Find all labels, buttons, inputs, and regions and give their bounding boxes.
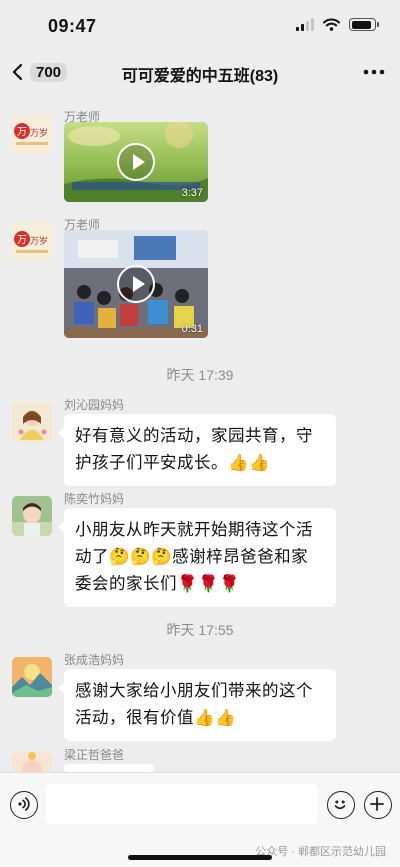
chat-header: 700 可可爱爱的中五班(83) (0, 50, 400, 94)
message-bubble[interactable]: 小朋友从昨天就开始期待这个活 动了🤔🤔🤔感谢梓昂爸爸和家 委会的家长们🌹🌹🌹 (58, 508, 336, 607)
voice-input-button[interactable] (10, 791, 38, 819)
avatar[interactable] (12, 496, 52, 536)
video-message[interactable]: 0:31 (64, 230, 208, 338)
avatar[interactable] (12, 657, 52, 697)
input-bar: 公众号 · 郸都区示范幼儿园 (0, 772, 400, 867)
more-actions-button[interactable] (364, 791, 392, 819)
video-duration: 3:37 (181, 187, 203, 199)
cellular-signal-icon (296, 18, 314, 31)
svg-text:万岁: 万岁 (30, 127, 48, 139)
avatar[interactable]: 万 万岁 (12, 114, 52, 154)
wifi-icon (323, 18, 340, 31)
sender-name: 陈奕竹妈妈 (64, 492, 125, 506)
sender-name: 张成浩妈妈 (64, 653, 125, 667)
status-bar: 09:47 (0, 0, 400, 50)
message-line: 好有意义的活动，家园共育，守 (75, 427, 313, 445)
play-icon[interactable] (117, 143, 155, 181)
status-icons (296, 18, 379, 31)
message-line: 动了🤔🤔🤔感谢梓昂爸爸和家 (75, 548, 309, 566)
sender-name: 刘沁园妈妈 (64, 398, 125, 412)
avatar[interactable] (12, 402, 52, 442)
home-indicator (128, 855, 272, 860)
message-line: 感谢大家给小朋友们带来的这个 (75, 682, 313, 700)
chat-title: 可可爱爱的中五班(83) (121, 68, 279, 85)
emoji-button[interactable] (327, 791, 355, 819)
svg-text:万: 万 (17, 127, 27, 138)
more-options-icon[interactable] (362, 61, 386, 83)
svg-text:万岁: 万岁 (30, 235, 48, 247)
message-line: 活动，很有价值👍👍 (75, 709, 237, 727)
battery-icon (349, 18, 379, 31)
play-icon[interactable] (117, 265, 155, 303)
time-divider: 昨天 17:55 (166, 622, 234, 638)
voice-icon (18, 797, 30, 811)
avatar[interactable] (12, 752, 52, 772)
plus-icon (370, 797, 384, 811)
avatar[interactable]: 万 万岁 (12, 222, 52, 262)
message-line: 护孩子们平安成长。👍👍 (75, 454, 271, 472)
message-line: 小朋友从昨天就开始期待这个活 (75, 521, 313, 539)
time-divider: 昨天 17:39 (166, 367, 234, 383)
watermark: 公众号 · 郸都区示范幼儿园 (255, 846, 386, 858)
message-input[interactable] (46, 784, 318, 824)
sender-name: 梁正哲爸爸 (64, 748, 125, 762)
video-duration: 0:31 (181, 323, 203, 335)
video-message[interactable]: 3:37 (64, 122, 208, 202)
svg-text:万: 万 (17, 235, 27, 246)
message-line: 委会的家长们🌹🌹🌹 (75, 575, 241, 593)
message-bubble[interactable]: 感谢大家给小朋友们带来的这个 活动，很有价值👍👍 (58, 669, 336, 741)
emoji-icon (334, 800, 346, 810)
status-time: 09:47 (48, 16, 97, 36)
message-bubble[interactable]: 好有意义的活动，家园共育，守 护孩子们平安成长。👍👍 (58, 414, 336, 486)
message-bubble[interactable] (58, 764, 154, 789)
